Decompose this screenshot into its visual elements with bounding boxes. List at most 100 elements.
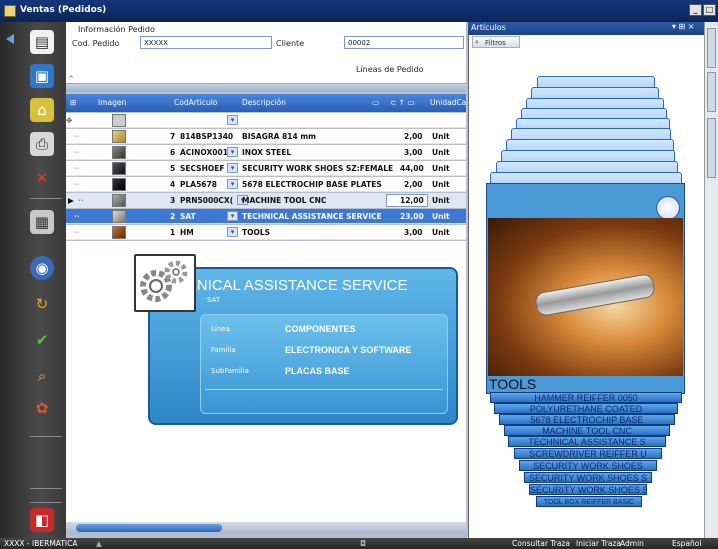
row-code: PRN5000CX( bbox=[180, 196, 234, 205]
code-dropdown-icon[interactable]: ▾ bbox=[227, 211, 238, 221]
app-logo-icon: ◘ bbox=[360, 539, 366, 548]
row-handle-icon[interactable]: ·· bbox=[74, 148, 80, 157]
status-company: XXXX - IBERMATICA bbox=[4, 539, 78, 548]
check-icon[interactable]: ✔ bbox=[30, 328, 54, 352]
side-tab[interactable] bbox=[707, 28, 716, 68]
featured-article-title: TOOLS bbox=[488, 376, 683, 392]
client-field[interactable]: 00002 bbox=[344, 36, 464, 49]
delete-icon[interactable]: ✕ bbox=[30, 166, 54, 190]
separator bbox=[30, 198, 62, 199]
pdf-icon[interactable]: ◧ bbox=[30, 508, 54, 532]
trash-icon[interactable]: ⌂ bbox=[30, 98, 54, 122]
carousel-label[interactable]: TOOL BOX REIFFER BASIC bbox=[536, 496, 642, 507]
sort-icon[interactable]: ▭ bbox=[372, 98, 379, 107]
articles-panel-header: Artículos ▾ ⊞ × bbox=[468, 22, 704, 35]
code-dropdown-icon[interactable]: ▾ bbox=[227, 147, 238, 157]
minimize-button[interactable]: _ bbox=[689, 4, 702, 16]
save-icon[interactable]: ▣ bbox=[30, 64, 54, 88]
carousel-label[interactable]: SECURITY WORK SHOES bbox=[519, 460, 657, 471]
table-row[interactable]: ·· 5 SECSHOEF ▾ SECURITY WORK SHOES SZ:F… bbox=[66, 161, 466, 176]
code-dropdown-icon[interactable]: ▾ bbox=[227, 227, 238, 237]
calculator-icon[interactable]: ▦ bbox=[30, 210, 54, 234]
table-row-highlighted[interactable]: ·· 2 SAT ▾ TECHNICAL ASSISTANCE SERVICE … bbox=[66, 209, 466, 224]
panel-splitter[interactable] bbox=[66, 84, 466, 92]
table-row[interactable]: ·· 6 ACINOX001 ▾ INOX STEEL 3,00 Unit bbox=[66, 145, 466, 160]
row-handle-icon[interactable]: ·· bbox=[78, 196, 84, 205]
row-unit: Unit bbox=[432, 180, 450, 189]
articles-title: Artículos bbox=[471, 23, 506, 32]
filters-button[interactable]: ⌕ Filtros bbox=[472, 36, 520, 48]
back-arrow-icon[interactable] bbox=[6, 34, 14, 44]
col-cantidad[interactable]: ⊂ ↑ ▭ bbox=[390, 98, 414, 107]
carousel-label[interactable]: TECHNICAL ASSISTANCE S bbox=[508, 436, 666, 447]
info-badge-icon[interactable] bbox=[656, 196, 680, 220]
print-icon[interactable]: ⎙ bbox=[30, 132, 54, 156]
tools-icon[interactable]: ✿ bbox=[30, 396, 54, 420]
row-unit: Unit bbox=[432, 196, 450, 205]
window-title: Ventas (Pedidos) bbox=[20, 5, 107, 15]
admin-user[interactable]: Admin bbox=[620, 539, 644, 548]
new-document-icon[interactable]: ▤ bbox=[30, 30, 54, 54]
refresh-icon[interactable]: ↻ bbox=[30, 292, 54, 316]
code-dropdown-icon[interactable]: ▾ bbox=[227, 179, 238, 189]
iniciar-traza-link[interactable]: Iniciar Traza bbox=[576, 539, 621, 548]
divider bbox=[205, 389, 443, 390]
row-qty: 3,00 bbox=[404, 148, 423, 157]
side-tab[interactable] bbox=[707, 72, 716, 112]
carousel-label[interactable]: SECURITY WORK SHOES S bbox=[529, 484, 647, 495]
row-code: ACINOX001 bbox=[180, 148, 228, 157]
grid-header: ⊞ Imagen CodArticulo Descripción ▭ ⊂ ↑ ▭… bbox=[66, 94, 466, 112]
col-codarticulo[interactable]: CodArticulo bbox=[174, 98, 217, 107]
col-descripcion[interactable]: Descripción bbox=[242, 98, 286, 107]
row-code: SAT bbox=[180, 212, 196, 221]
carousel-label[interactable]: POLYURETHANE COATED bbox=[494, 403, 678, 414]
status-bar: XXXX - IBERMATICA ▲ ◘ Consultar Traza In… bbox=[0, 538, 718, 549]
row-handle-icon[interactable]: ·· bbox=[74, 212, 80, 221]
table-row-selected[interactable]: ▶ ·· 3 PRN5000CX( ▾ MACHINE TOOL CNC 12,… bbox=[66, 193, 466, 208]
row-num: 3 bbox=[170, 196, 176, 205]
table-row[interactable]: ·· 1 HM ▾ TOOLS 3,00 Unit bbox=[66, 225, 466, 240]
row-handle-icon[interactable]: ·· bbox=[74, 164, 80, 173]
carousel-label[interactable]: HAMMER REIFFER 0050 bbox=[490, 392, 682, 403]
row-unit: Unit bbox=[432, 132, 450, 141]
panel-menu-icon[interactable]: ▾ ⊞ × bbox=[672, 22, 695, 31]
carousel-label[interactable]: SCREWDRIVER REIFFER U bbox=[514, 448, 662, 459]
table-row[interactable]: ·· 4 PLA5678 ▾ 5678 ELECTROCHIP BASE PLA… bbox=[66, 177, 466, 192]
row-unit: Unit bbox=[432, 164, 450, 173]
row-desc: MACHINE TOOL CNC bbox=[242, 196, 327, 205]
table-row[interactable]: ✥ ▾ bbox=[66, 113, 466, 128]
collapse-icon[interactable]: ^ bbox=[68, 75, 74, 83]
grid-empty-area bbox=[66, 241, 466, 262]
carousel-label[interactable]: SECURITY WORK SHOES S bbox=[524, 472, 652, 483]
row-unit: Unit bbox=[432, 212, 450, 221]
row-qty[interactable]: 12,00 bbox=[400, 196, 424, 205]
item-image bbox=[112, 130, 126, 143]
order-info-label: Información Pedido bbox=[78, 25, 155, 34]
scrollbar-thumb[interactable] bbox=[76, 524, 222, 532]
carousel-label[interactable]: 5678 ELECTROCHIP BASE bbox=[499, 414, 675, 425]
table-row[interactable]: ·· 7 814BSP1340 BISAGRA 814 mm 2,00 Unit bbox=[66, 129, 466, 144]
consultar-traza-link[interactable]: Consultar Traza bbox=[512, 539, 570, 548]
grid-options-icon[interactable]: ⊞ bbox=[70, 98, 76, 107]
item-image bbox=[112, 226, 126, 239]
row-num: 2 bbox=[170, 212, 176, 221]
maximize-button[interactable]: □ bbox=[703, 4, 716, 16]
row-qty: 2,00 bbox=[404, 132, 423, 141]
col-imagen[interactable]: Imagen bbox=[98, 98, 126, 107]
search-icon[interactable]: ⌕ bbox=[30, 364, 54, 388]
row-code: HM bbox=[180, 228, 194, 237]
carousel-label[interactable]: MACHINE TOOL CNC bbox=[504, 425, 670, 436]
code-dropdown-icon[interactable]: ▾ bbox=[227, 115, 238, 125]
code-dropdown-icon[interactable]: ▾ bbox=[227, 163, 238, 173]
globe-icon[interactable]: ◉ bbox=[30, 256, 54, 280]
row-marker-icon: ✥ bbox=[66, 116, 73, 125]
row-handle-icon[interactable]: ·· bbox=[74, 180, 80, 189]
row-handle-icon[interactable]: ·· bbox=[74, 228, 80, 237]
row-handle-icon[interactable]: ·· bbox=[74, 132, 80, 141]
status-up-icon[interactable]: ▲ bbox=[96, 539, 102, 548]
horizontal-scrollbar[interactable] bbox=[66, 522, 466, 534]
col-unidad[interactable]: UnidadCa bbox=[430, 98, 466, 107]
language[interactable]: Español bbox=[672, 539, 701, 548]
side-tab[interactable] bbox=[707, 118, 716, 178]
order-code-field[interactable]: XXXXX bbox=[140, 36, 272, 49]
